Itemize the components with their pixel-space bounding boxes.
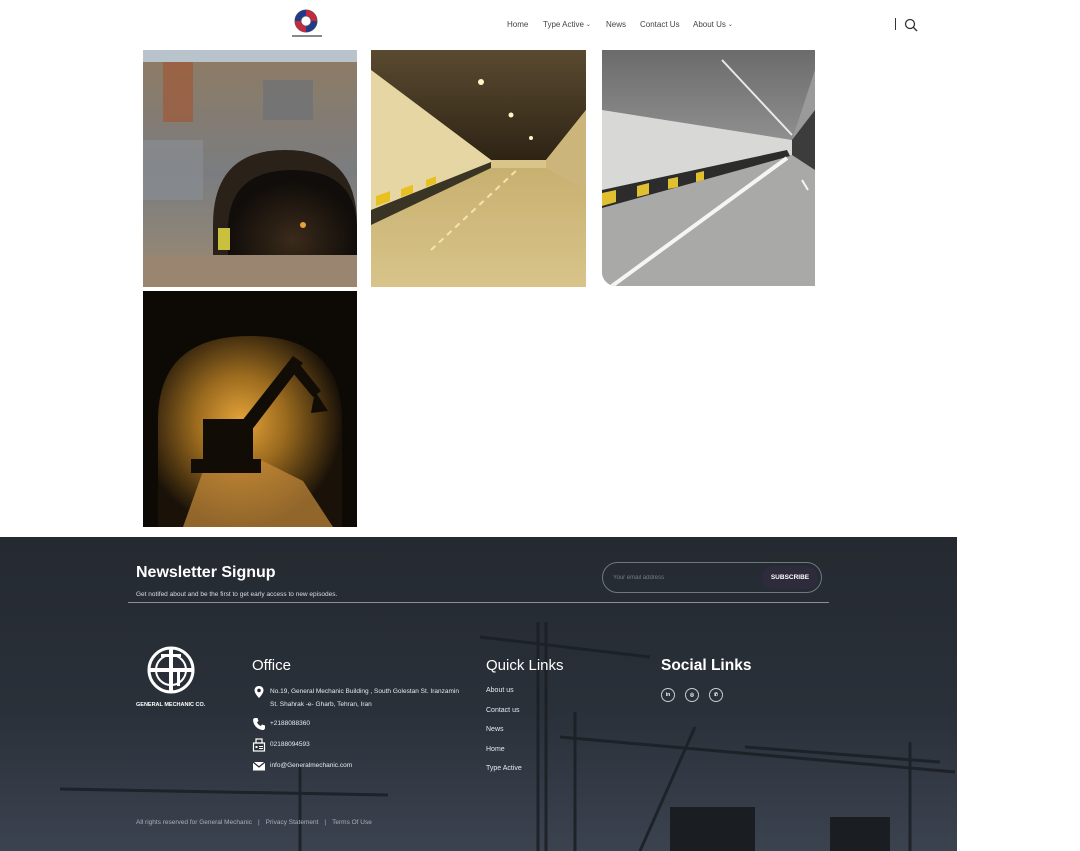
newsletter-form: SUBSCRIBE	[602, 562, 822, 593]
search-icon[interactable]	[904, 18, 918, 32]
nav-about-us-label: About Us	[693, 20, 726, 29]
newsletter-title: Newsletter Signup	[136, 564, 276, 581]
nav-news-label: News	[606, 20, 627, 29]
footer-logo[interactable]	[147, 644, 195, 696]
nav-contact-us[interactable]: Contact Us	[640, 20, 680, 29]
email-input[interactable]	[613, 572, 753, 584]
quick-links-title: Quick Links	[486, 657, 564, 674]
office-email-text[interactable]: info@Generalmechanic.com	[270, 759, 352, 772]
legal-separator: |	[324, 819, 327, 826]
copyright-text: All rights reserved for General Mechanic	[136, 819, 252, 826]
nav-contact-us-label: Contact Us	[640, 20, 680, 29]
newsletter-subtitle: Get notifed about and be the first to ge…	[136, 591, 338, 598]
office-phone: +2188088360	[252, 717, 310, 731]
mail-icon	[252, 761, 266, 771]
nav-news[interactable]: News	[606, 20, 626, 29]
gallery-image-lit-tunnel[interactable]	[371, 50, 586, 287]
lit-tunnel-photo	[371, 50, 586, 287]
office-title: Office	[252, 657, 291, 674]
social-links-title: Social Links	[661, 657, 752, 674]
whatsapp-icon[interactable]: ✆	[709, 688, 723, 702]
gallery-image-tunnel-excavation[interactable]	[143, 50, 357, 287]
main-nav: Home Type Active ⌄ News Contact Us About…	[0, 20, 1080, 34]
nav-home-label: Home	[507, 20, 529, 29]
excavator-tunnel-photo	[143, 291, 357, 527]
privacy-statement-link[interactable]: Privacy Statement	[266, 819, 319, 826]
site-header: Home Type Active ⌄ News Contact Us About…	[0, 0, 1080, 48]
instagram-glyph: ◎	[689, 692, 695, 698]
fax-icon	[252, 738, 266, 752]
quick-link-type-active[interactable]: Type Active	[486, 765, 522, 772]
office-phone-text[interactable]: +2188088360	[270, 717, 310, 730]
newsletter-divider	[128, 602, 829, 603]
subscribe-button[interactable]: SUBSCRIBE	[762, 566, 818, 589]
terms-of-use-link[interactable]: Terms Of Use	[332, 819, 372, 826]
gallery-image-road-tunnel[interactable]	[602, 50, 815, 286]
quick-link-home[interactable]: Home	[486, 746, 505, 753]
office-address-line1: No.19, General Mechanic Building , South…	[270, 688, 459, 695]
header-divider	[895, 18, 896, 30]
office-fax: 02188094593	[252, 738, 310, 752]
site-footer: Newsletter Signup Get notifed about and …	[0, 537, 957, 851]
nav-home[interactable]: Home	[507, 20, 528, 29]
nav-type-active[interactable]: Type Active ⌄	[543, 20, 591, 29]
nav-about-us[interactable]: About Us ⌄	[693, 20, 733, 29]
chevron-down-icon: ⌄	[727, 22, 733, 28]
footer-logo-text: GENERAL MECHANIC CO.	[136, 702, 206, 708]
quick-link-about-us[interactable]: About us	[486, 687, 514, 694]
office-address: No.19, General Mechanic Building , South…	[252, 685, 459, 711]
location-pin-icon	[254, 686, 264, 698]
road-tunnel-photo	[602, 50, 815, 286]
office-address-line2: St. Shahrak -e- Gharb, Tehran, Iran	[270, 701, 372, 708]
legal-separator: |	[257, 819, 260, 826]
phone-icon	[253, 718, 265, 730]
quick-link-news[interactable]: News	[486, 726, 504, 733]
chevron-down-icon: ⌄	[585, 22, 591, 28]
office-fax-text: 02188094593	[270, 741, 310, 748]
linkedin-glyph: in	[665, 692, 671, 698]
legal-bar: All rights reserved for General Mechanic…	[136, 819, 372, 826]
linkedin-icon[interactable]: in	[661, 688, 675, 702]
office-email: info@Generalmechanic.com	[252, 759, 352, 773]
nav-type-active-label: Type Active	[543, 20, 584, 29]
gallery-image-excavator-tunnel[interactable]	[143, 291, 357, 527]
whatsapp-glyph: ✆	[713, 692, 719, 698]
tunnel-excavation-photo	[143, 50, 357, 287]
instagram-icon[interactable]: ◎	[685, 688, 699, 702]
quick-link-contact-us[interactable]: Contact us	[486, 707, 519, 714]
